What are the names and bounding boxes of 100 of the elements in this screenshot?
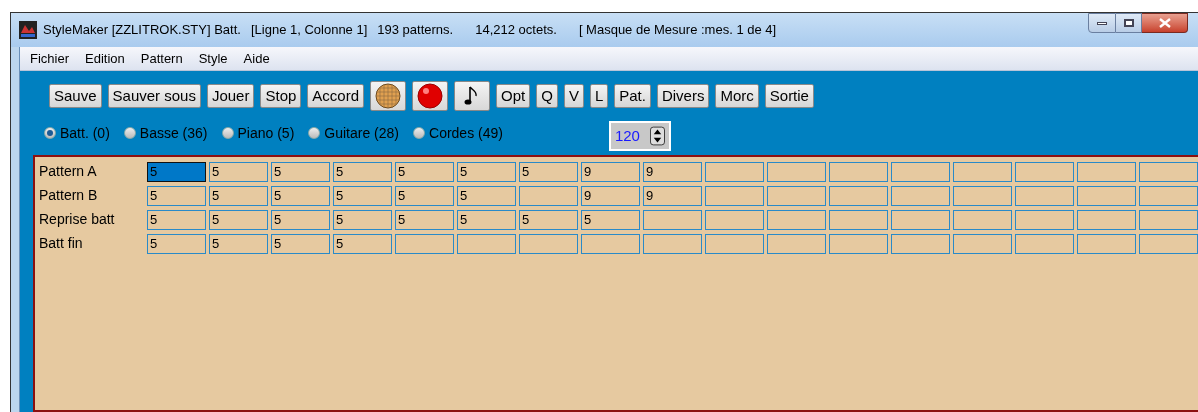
pattern-cell[interactable] (1139, 161, 1198, 182)
music-note-icon (464, 85, 480, 107)
pattern-cell[interactable]: 5 (333, 209, 392, 230)
menu-item[interactable]: Edition (85, 48, 125, 69)
pattern-cell[interactable] (891, 233, 950, 254)
toolbar-button[interactable]: Sortie (764, 84, 814, 108)
toolbar-button[interactable]: Divers (656, 84, 710, 108)
instrument-radio[interactable]: Guitare (28) (308, 122, 399, 144)
pattern-cell[interactable] (643, 209, 702, 230)
music-note-button[interactable] (454, 81, 490, 111)
row-label: Reprise batt (39, 210, 116, 229)
instrument-radio[interactable]: Piano (5) (221, 122, 295, 144)
pattern-cell[interactable] (395, 233, 454, 254)
pattern-cell[interactable] (1077, 209, 1136, 230)
pattern-cell[interactable] (829, 161, 888, 182)
pattern-cell[interactable]: 5 (209, 185, 268, 206)
menu-item[interactable]: Aide (243, 48, 270, 69)
pattern-cell[interactable] (953, 233, 1012, 254)
pattern-cell[interactable] (829, 185, 888, 206)
pattern-cell[interactable] (1015, 209, 1074, 230)
pattern-cell[interactable] (1139, 209, 1198, 230)
pattern-cell[interactable] (705, 185, 764, 206)
toolbar-button[interactable]: Sauver sous (107, 84, 201, 108)
pattern-cell[interactable]: 5 (147, 233, 206, 254)
toolbar-button[interactable]: Stop (260, 84, 302, 108)
instrument-radio[interactable]: Cordes (49) (413, 122, 503, 144)
close-button[interactable] (1142, 13, 1188, 33)
tempo-spinner[interactable]: 120 (608, 121, 671, 151)
pattern-cell[interactable]: 5 (457, 209, 516, 230)
toolbar-button[interactable]: Opt (496, 84, 531, 108)
pattern-cell[interactable] (1077, 161, 1136, 182)
pattern-cell[interactable]: 5 (209, 161, 268, 182)
pattern-cell[interactable]: 5 (271, 185, 330, 206)
pattern-cell[interactable] (1139, 233, 1198, 254)
pattern-cell[interactable]: 9 (581, 161, 640, 182)
pattern-cell[interactable] (457, 233, 516, 254)
pattern-cell[interactable] (767, 185, 826, 206)
pattern-cell[interactable]: 5 (333, 161, 392, 182)
pattern-cell[interactable] (953, 209, 1012, 230)
pattern-cell[interactable]: 5 (333, 233, 392, 254)
pattern-cell[interactable]: 5 (147, 161, 206, 182)
pattern-cell[interactable]: 5 (395, 185, 454, 206)
pattern-cell[interactable]: 9 (581, 185, 640, 206)
toolbar-button[interactable]: Morc (715, 84, 759, 108)
pattern-cell[interactable]: 5 (333, 185, 392, 206)
pattern-cell[interactable]: 9 (643, 161, 702, 182)
pattern-cell[interactable] (1077, 185, 1136, 206)
pattern-cell[interactable]: 5 (271, 209, 330, 230)
pattern-cell[interactable]: 5 (271, 233, 330, 254)
pattern-cell[interactable]: 5 (209, 209, 268, 230)
pattern-cell[interactable] (581, 233, 640, 254)
pattern-cell[interactable] (1077, 233, 1136, 254)
pattern-cell[interactable] (1015, 185, 1074, 206)
pattern-cell[interactable]: 5 (271, 161, 330, 182)
globe-grid-button[interactable] (370, 81, 406, 111)
pattern-cell[interactable] (829, 209, 888, 230)
pattern-cell[interactable] (767, 209, 826, 230)
pattern-cell[interactable]: 5 (519, 161, 578, 182)
pattern-cell[interactable]: 9 (643, 185, 702, 206)
instrument-radio[interactable]: Basse (36) (123, 122, 208, 144)
pattern-cell[interactable] (953, 185, 1012, 206)
pattern-cell[interactable] (705, 233, 764, 254)
pattern-cell[interactable] (891, 161, 950, 182)
pattern-cell[interactable] (767, 161, 826, 182)
pattern-cell[interactable] (705, 209, 764, 230)
pattern-cell[interactable] (1139, 185, 1198, 206)
toolbar-button[interactable]: Sauve (49, 84, 102, 108)
toolbar-button[interactable]: Jouer (206, 84, 255, 108)
menu-item[interactable]: Pattern (140, 48, 183, 69)
pattern-cell[interactable]: 5 (395, 161, 454, 182)
pattern-cell[interactable]: 5 (395, 209, 454, 230)
toolbar-button[interactable]: Accord (307, 84, 364, 108)
pattern-cell[interactable]: 5 (209, 233, 268, 254)
pattern-cell[interactable] (767, 233, 826, 254)
minimize-button[interactable] (1088, 13, 1116, 33)
pattern-cell[interactable] (891, 209, 950, 230)
menu-item[interactable]: Fichier (30, 48, 69, 69)
pattern-cell[interactable]: 5 (519, 209, 578, 230)
pattern-cell[interactable]: 5 (457, 185, 516, 206)
pattern-cell[interactable] (643, 233, 702, 254)
pattern-cell[interactable] (829, 233, 888, 254)
pattern-cell[interactable] (519, 185, 578, 206)
pattern-cell[interactable] (891, 185, 950, 206)
toolbar-button[interactable]: Q (536, 84, 558, 108)
pattern-cell[interactable] (1015, 161, 1074, 182)
pattern-cell[interactable] (953, 161, 1012, 182)
pattern-cell[interactable] (519, 233, 578, 254)
maximize-button[interactable] (1116, 13, 1142, 33)
toolbar-button[interactable]: Pat. (614, 84, 651, 108)
instrument-radio[interactable]: Batt. (0) (44, 122, 110, 144)
pattern-cell[interactable] (705, 161, 764, 182)
toolbar-button[interactable]: L (589, 84, 609, 108)
pattern-cell[interactable]: 5 (581, 209, 640, 230)
record-button[interactable] (412, 81, 448, 111)
pattern-cell[interactable]: 5 (147, 185, 206, 206)
pattern-cell[interactable]: 5 (457, 161, 516, 182)
toolbar-button[interactable]: V (563, 84, 584, 108)
pattern-cell[interactable]: 5 (147, 209, 206, 230)
pattern-cell[interactable] (1015, 233, 1074, 254)
menu-item[interactable]: Style (198, 48, 228, 69)
